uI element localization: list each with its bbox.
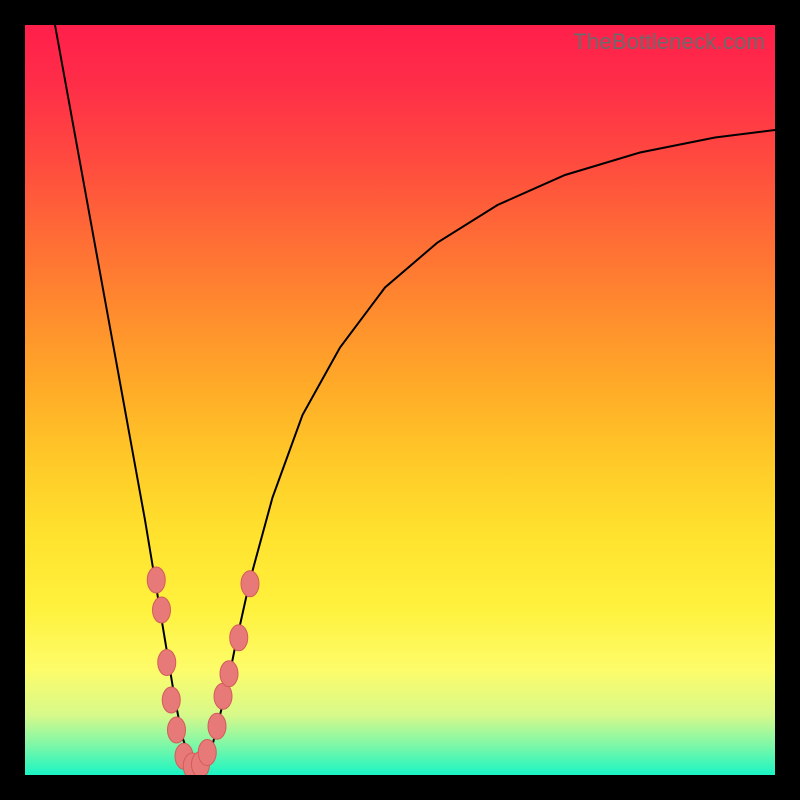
bead <box>153 597 171 623</box>
bead <box>147 567 165 593</box>
bead <box>198 740 216 766</box>
bead <box>220 661 238 687</box>
bead <box>158 650 176 676</box>
bead <box>168 717 186 743</box>
bead-group <box>147 567 259 775</box>
bead <box>162 687 180 713</box>
plot-area: TheBottleneck.com <box>25 25 775 775</box>
bead <box>230 625 248 651</box>
bead <box>241 571 259 597</box>
watermark-text: TheBottleneck.com <box>573 29 765 55</box>
chart-svg <box>25 25 775 775</box>
chart-container: TheBottleneck.com <box>0 0 800 800</box>
bead <box>208 713 226 739</box>
